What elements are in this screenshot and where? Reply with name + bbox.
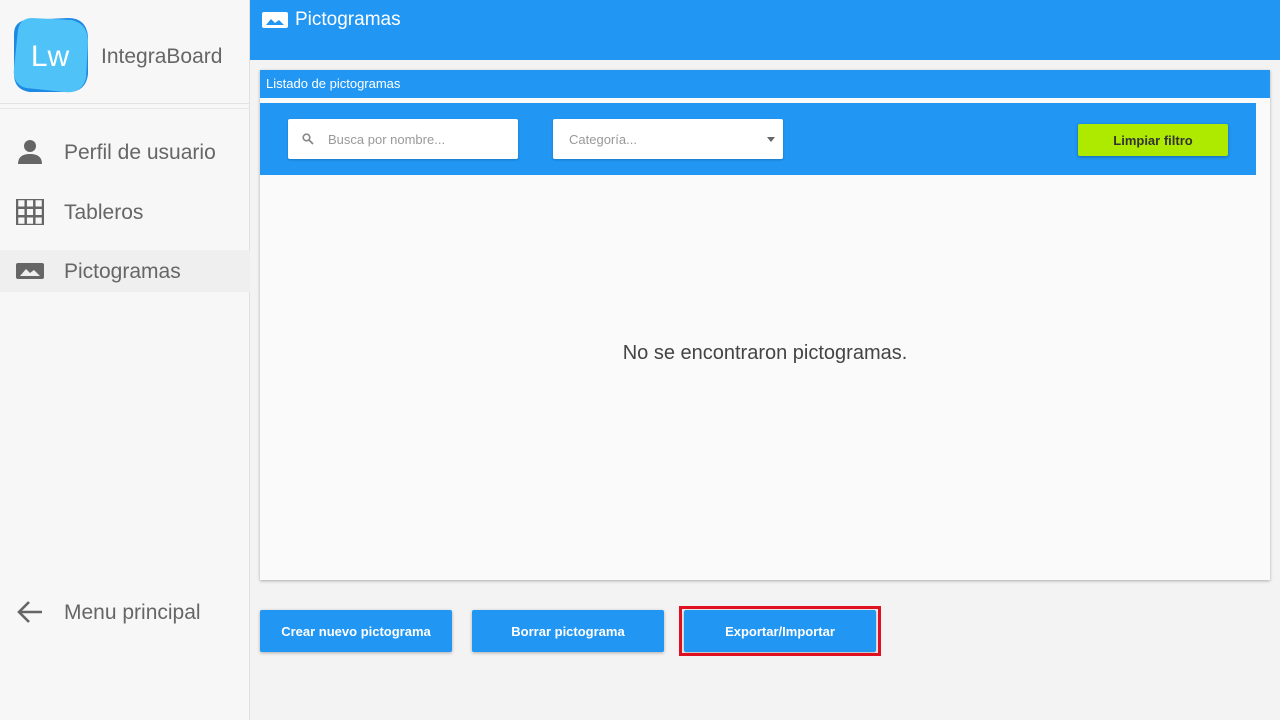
- search-input[interactable]: [328, 129, 508, 149]
- page-title: Pictogramas: [295, 9, 401, 30]
- app-logo: Lw: [13, 18, 88, 93]
- search-icon: [302, 133, 314, 145]
- image-icon: [16, 263, 44, 279]
- sidebar-item-profile[interactable]: Perfil de usuario: [0, 131, 250, 173]
- create-pictogram-button[interactable]: Crear nuevo pictograma: [260, 610, 452, 652]
- person-icon: [18, 140, 42, 164]
- logo-text: Lw: [31, 40, 70, 73]
- sidebar-item-boards[interactable]: Tableros: [0, 191, 250, 233]
- search-box[interactable]: [288, 119, 518, 159]
- category-select[interactable]: Categoría...: [553, 119, 783, 159]
- sidebar-item-label: Menu principal: [64, 601, 201, 624]
- arrow-left-icon: [17, 601, 42, 623]
- sidebar-item-label: Perfil de usuario: [64, 141, 216, 164]
- grid-icon: [16, 199, 44, 225]
- filter-bar: Categoría... Limpiar filtro: [260, 103, 1256, 175]
- delete-pictogram-button[interactable]: Borrar pictograma: [472, 610, 664, 652]
- sidebar-item-main-menu[interactable]: Menu principal: [0, 591, 250, 633]
- app-name: IntegraBoard: [101, 45, 223, 68]
- pictogram-list-card: Listado de pictogramas Categoría... Limp…: [260, 70, 1270, 580]
- category-select-value: Categoría...: [569, 132, 637, 147]
- clear-filter-button[interactable]: Limpiar filtro: [1078, 124, 1228, 156]
- sidebar-item-pictograms[interactable]: Pictogramas: [0, 250, 250, 292]
- empty-state-message: No se encontraron pictogramas.: [622, 342, 908, 364]
- sidebar-item-label: Tableros: [64, 201, 144, 224]
- image-icon: [262, 12, 288, 28]
- sidebar: Lw IntegraBoard Perfil de usuario Tabler…: [0, 0, 250, 720]
- top-app-bar: Pictogramas: [250, 0, 1280, 60]
- card-title: Listado de pictogramas: [260, 70, 1270, 98]
- brand-header: Lw IntegraBoard: [0, 0, 250, 109]
- highlight-box: [679, 606, 881, 656]
- sidebar-item-label: Pictogramas: [64, 260, 181, 283]
- chevron-down-icon: [767, 137, 775, 142]
